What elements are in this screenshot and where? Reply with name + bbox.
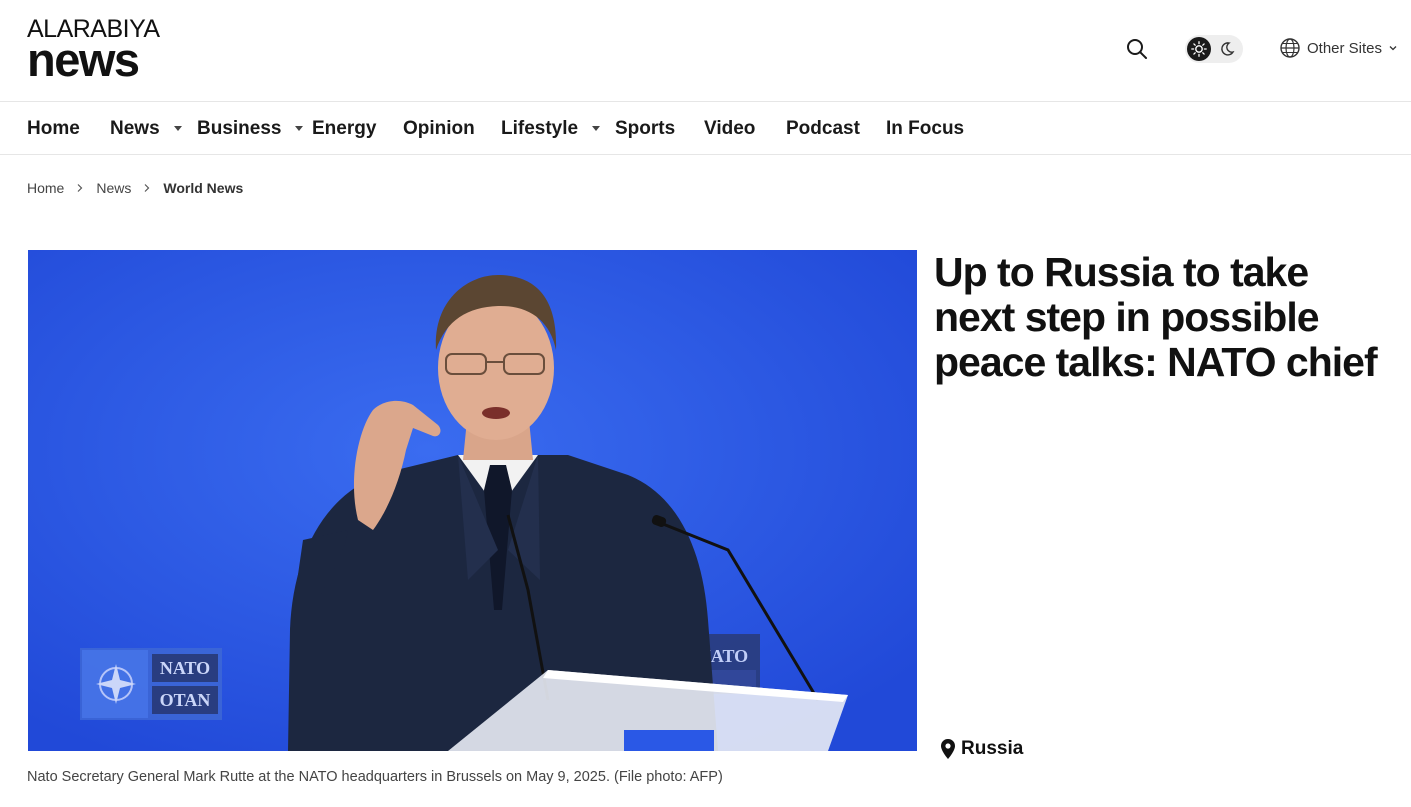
nato-sign-left: NATO OTAN — [80, 648, 222, 720]
nav-item-podcast[interactable]: Podcast — [786, 102, 860, 155]
caret-down-icon[interactable] — [592, 126, 601, 131]
theme-toggle[interactable] — [1185, 35, 1243, 63]
moon-icon[interactable] — [1218, 40, 1236, 58]
caret-down-icon[interactable] — [295, 126, 304, 131]
chevron-right-icon — [143, 183, 151, 193]
logo-wordmark-bottom: news — [27, 33, 140, 86]
other-sites-label: Other Sites — [1307, 39, 1383, 57]
sign-text-otan: OTAN — [160, 690, 211, 710]
nav-item-opinion[interactable]: Opinion — [403, 102, 475, 155]
breadcrumb-news[interactable]: News — [96, 180, 131, 196]
breadcrumb: Home News World News — [27, 178, 243, 198]
nav-item-label: In Focus — [886, 117, 965, 139]
location-tag-label: Russia — [961, 738, 1024, 759]
nav-item-video[interactable]: Video — [704, 102, 755, 155]
other-sites-dropdown[interactable]: Other Sites — [1279, 36, 1398, 60]
sign-text-nato: NATO — [160, 658, 210, 678]
site-header: ALARABIYA news Other Sites — [0, 0, 1411, 102]
nav-item-label: Lifestyle — [501, 117, 579, 139]
breadcrumb-world-news[interactable]: World News — [163, 180, 243, 196]
globe-icon — [1280, 38, 1300, 58]
nav-item-label: Home — [27, 117, 80, 139]
nav-item-label: Sports — [615, 117, 676, 139]
chevron-down-icon — [1389, 46, 1397, 51]
map-pin-icon — [941, 739, 955, 759]
nav-item-label: News — [110, 117, 160, 139]
nav-item-lifestyle[interactable]: Lifestyle — [501, 102, 601, 155]
nav-item-business[interactable]: Business — [197, 102, 304, 155]
caret-down-icon[interactable] — [173, 126, 182, 131]
nav-item-sports[interactable]: Sports — [615, 102, 675, 155]
nav-item-label: Video — [704, 117, 756, 139]
nav-item-label: Business — [197, 117, 282, 139]
chevron-right-icon — [76, 183, 84, 193]
nav-item-label: Energy — [312, 117, 377, 139]
nav-item-label: Opinion — [403, 117, 475, 139]
nav-item-news[interactable]: News — [110, 102, 182, 155]
main-nav: Home News Business Energy Opinion Lifest… — [0, 102, 1411, 155]
article-hero-image[interactable]: NATO OTAN NATO — [28, 250, 917, 751]
location-tag[interactable]: Russia — [940, 737, 1023, 761]
nav-item-in-focus[interactable]: In Focus — [886, 102, 964, 155]
image-caption: Nato Secretary General Mark Rutte at the… — [27, 769, 723, 785]
article-headline: Up to Russia to take next step in possib… — [934, 249, 1378, 385]
search-button[interactable] — [1124, 36, 1150, 62]
nav-item-energy[interactable]: Energy — [312, 102, 376, 155]
hero-photo: NATO OTAN NATO — [28, 250, 917, 751]
site-logo[interactable]: ALARABIYA news — [27, 16, 167, 86]
breadcrumb-home[interactable]: Home — [27, 180, 64, 196]
search-icon — [1127, 39, 1147, 59]
nav-item-home[interactable]: Home — [27, 102, 80, 155]
nav-item-label: Podcast — [786, 117, 860, 139]
sun-icon[interactable] — [1187, 37, 1211, 61]
